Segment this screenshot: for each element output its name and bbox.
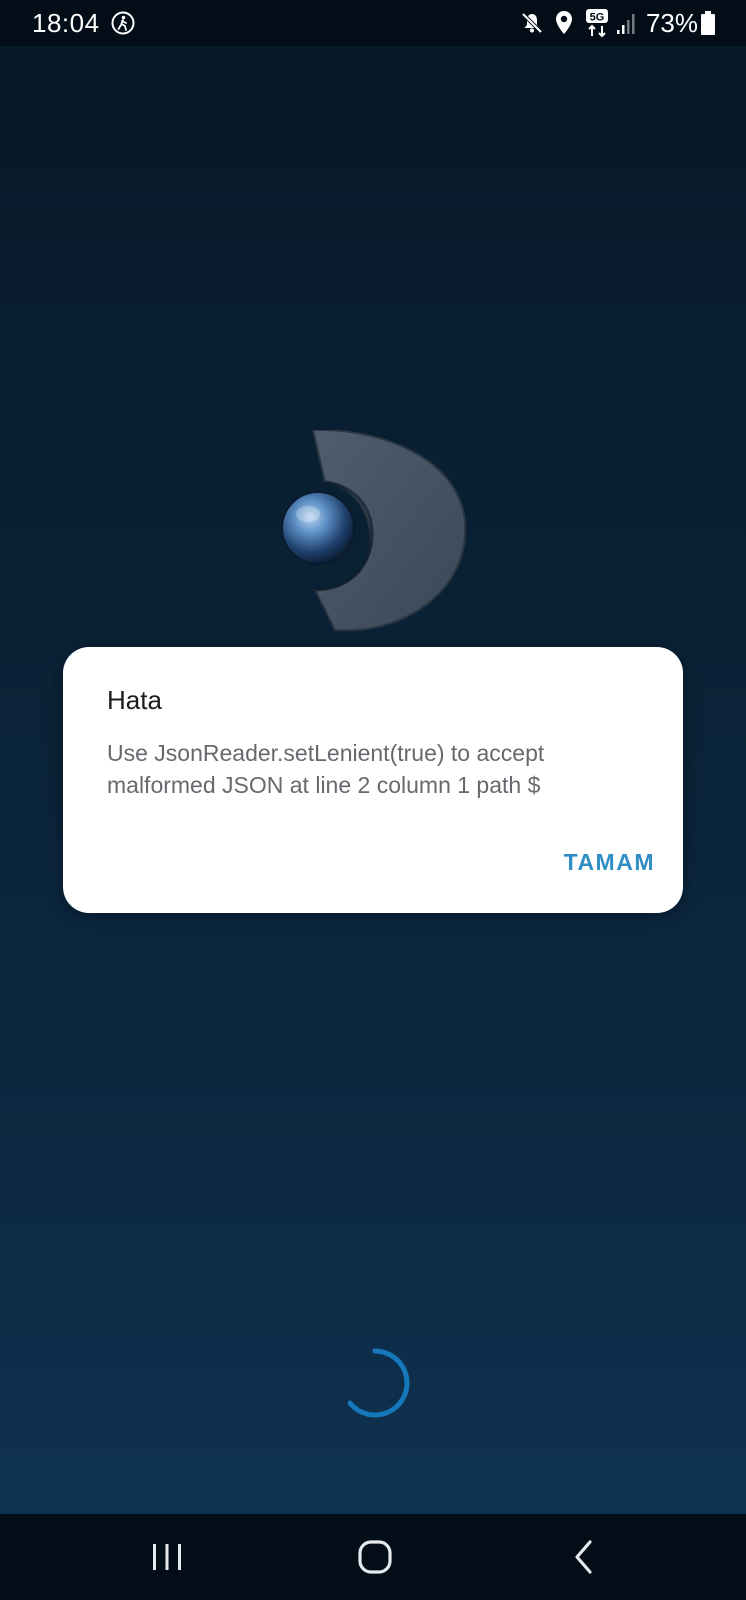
clock: 18:04 <box>32 7 100 38</box>
navigation-bar <box>0 1514 746 1600</box>
ok-button[interactable]: TAMAM <box>564 849 655 876</box>
status-bar-left: 18:04 <box>32 8 136 39</box>
loading-spinner <box>347 1348 410 1418</box>
error-dialog: Hata Use JsonReader.setLenient(true) to … <box>63 647 683 913</box>
svg-text:5G: 5G <box>590 12 605 24</box>
signal-icon <box>616 11 638 35</box>
location-icon <box>554 10 574 36</box>
home-button[interactable] <box>345 1532 405 1582</box>
back-icon <box>575 1540 592 1574</box>
battery-percent: 73% <box>645 7 698 38</box>
recents-button[interactable] <box>137 1532 197 1582</box>
back-button[interactable] <box>554 1532 614 1582</box>
dialog-message: Use JsonReader.setLenient(true) to accep… <box>107 740 545 798</box>
5g-icon: 5G <box>584 8 610 38</box>
home-icon <box>358 1540 392 1574</box>
recents-icon <box>153 1544 181 1570</box>
status-bar: 18:04 5G 73% <box>0 0 746 46</box>
battery-icon <box>700 10 716 36</box>
mute-icon <box>520 11 544 35</box>
status-bar-right: 5G 73% <box>520 8 716 39</box>
app-logo <box>281 430 467 632</box>
accessibility-icon <box>110 10 136 36</box>
dialog-title: Hata <box>107 685 162 715</box>
